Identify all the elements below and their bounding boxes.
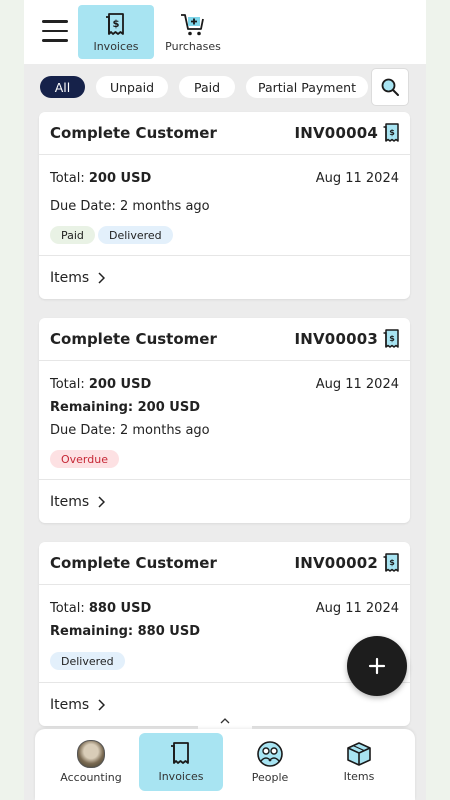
total-label: Total: [50,601,85,616]
customer-name: Complete Customer [50,124,217,142]
items-link[interactable]: Items [39,479,410,524]
total-label: Total: [50,377,85,392]
chevron-up-icon [220,718,230,724]
plus-icon [368,657,386,675]
invoice-icon: $ [383,123,399,142]
invoice-date: Aug 11 2024 [315,601,399,616]
items-label: Items [50,697,90,713]
remaining-value: 200 USD [137,400,200,415]
customer-name: Complete Customer [50,554,217,572]
nav-accounting-label: Accounting [60,771,122,784]
invoice-card-header: Complete Customer INV00004 $ [39,112,410,155]
remaining-label: Remaining: [50,400,134,415]
remaining-row: Remaining: 200 USD [50,400,200,415]
cart-add-icon [181,13,204,35]
filter-chip-partial-payment[interactable]: Partial Payment [246,76,368,98]
items-label: Items [50,270,90,286]
chevron-right-icon [98,272,105,284]
top-bar: $ Invoices Purchases [24,0,426,64]
svg-text:$: $ [389,334,395,343]
status-badge-paid: Paid [50,226,95,244]
nav-people[interactable]: People [228,733,312,791]
invoice-icon: $ [383,329,399,348]
invoice-icon: $ [106,12,124,35]
customer-name: Complete Customer [50,330,217,348]
total-row: Total: 880 USD [50,601,151,616]
filter-chip-unpaid[interactable]: Unpaid [96,76,168,98]
filter-bar: All Unpaid Paid Partial Payment [24,64,426,110]
avatar [77,740,105,768]
due-date: Due Date: 2 months ago [50,199,210,214]
due-date: Due Date: 2 months ago [50,423,210,438]
filter-chip-paid[interactable]: Paid [179,76,235,98]
status-badge-delivered: Delivered [50,652,125,670]
tab-purchases[interactable]: Purchases [155,5,231,59]
invoice-date: Aug 11 2024 [315,171,399,186]
invoice-card-header: Complete Customer INV00002 $ [39,542,410,585]
add-invoice-button[interactable] [347,636,407,696]
total-value: 880 USD [88,601,152,616]
box-icon [347,742,371,766]
total-row: Total: 200 USD [50,377,151,392]
status-badge-overdue: Overdue [50,450,119,468]
people-icon [257,741,283,767]
svg-text:$: $ [113,19,120,30]
svg-text:$: $ [389,558,395,567]
total-value: 200 USD [88,377,152,392]
invoice-date: Aug 11 2024 [315,377,399,392]
search-button[interactable] [372,69,408,105]
invoice-number: INV00002 [294,554,378,572]
menu-icon[interactable] [42,20,68,42]
total-value: 200 USD [88,171,152,186]
total-label: Total: [50,171,85,186]
bottom-nav-toggle[interactable] [198,712,252,729]
nav-people-label: People [251,771,289,784]
svg-text:$: $ [389,128,395,137]
invoice-card[interactable]: Complete Customer INV00002 $ Total: 880 … [39,542,410,726]
tab-purchases-label: Purchases [165,39,221,53]
invoice-card-header: Complete Customer INV00003 $ [39,318,410,361]
remaining-value: 880 USD [137,624,200,639]
remaining-row: Remaining: 880 USD [50,624,200,639]
status-badge-delivered: Delivered [98,226,173,244]
nav-items[interactable]: Items [317,733,401,791]
total-row: Total: 200 USD [50,171,151,186]
chevron-right-icon [98,699,105,711]
chevron-right-icon [98,496,105,508]
nav-invoices[interactable]: Invoices [139,733,223,791]
search-icon [381,78,399,96]
items-label: Items [50,494,90,510]
bottom-nav: Accounting Invoices People Items [35,729,415,800]
nav-invoices-label: Invoices [158,770,204,783]
nav-accounting[interactable]: Accounting [49,733,133,791]
remaining-label: Remaining: [50,624,134,639]
filter-chip-all[interactable]: All [40,76,85,98]
invoice-number: INV00003 [294,330,378,348]
invoice-card[interactable]: Complete Customer INV00003 $ Total: 200 … [39,318,410,523]
invoice-icon [171,742,189,764]
invoice-card[interactable]: Complete Customer INV00004 $ Total: 200 … [39,112,410,299]
invoice-number: INV00004 [294,124,378,142]
items-link[interactable]: Items [39,255,410,300]
tab-invoices-label: Invoices [93,39,139,53]
tab-invoices[interactable]: $ Invoices [78,5,154,59]
invoice-icon: $ [383,553,399,572]
nav-items-label: Items [343,770,375,783]
app-screen: $ Invoices Purchases All Unpaid Paid Par… [24,0,426,800]
